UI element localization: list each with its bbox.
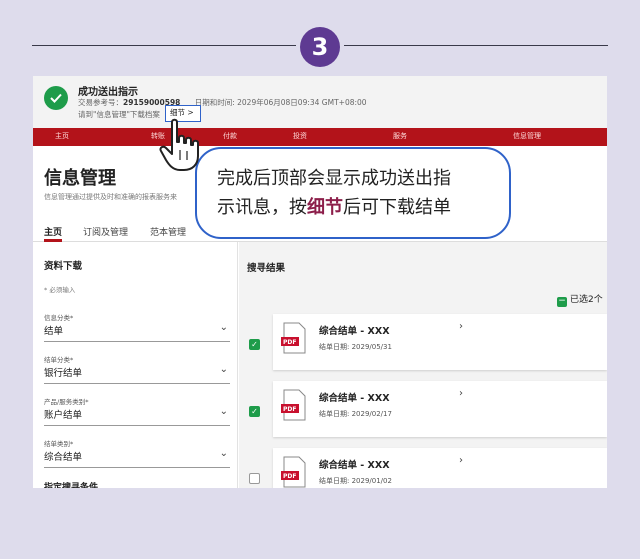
nav-item[interactable]: 信息管理 (513, 131, 541, 141)
info-category-select[interactable]: 信息分类* 结单 ⌄ (44, 312, 230, 342)
ref-label: 交易参考号： (78, 98, 123, 107)
toast-title: 成功送出指示 (78, 87, 138, 98)
selected-count[interactable]: − 已选2个 (557, 292, 603, 307)
field-value: 银行结单 (44, 368, 83, 379)
svg-text:PDF: PDF (283, 406, 296, 413)
statement-name: 综合结单 - XXX (319, 460, 390, 471)
divider-right (344, 45, 608, 46)
chevron-right-icon: › (459, 455, 463, 466)
callout-text: 完成后顶部会显示成功送出指 示讯息，按细节后可下载结单 (217, 164, 507, 222)
success-check-icon (44, 86, 68, 110)
product-service-select[interactable]: 产品/服务类别* 账户结单 ⌄ (44, 396, 230, 426)
statement-type-select[interactable]: 结单类别* 综合结单 ⌄ (44, 438, 230, 468)
nav-item[interactable]: 付款 (223, 131, 237, 141)
divider-left (32, 45, 296, 46)
callout-line-1: 完成后顶部会显示成功送出指 (217, 168, 451, 189)
chevron-down-icon: ⌄ (219, 364, 228, 375)
download-filter-panel: 资料下载 * 必须输入 信息分类* 结单 ⌄ 结单分类* 银行结单 ⌄ 产品/服… (33, 242, 238, 488)
svg-text:PDF: PDF (283, 339, 296, 346)
field-label: 产品/服务类别* (44, 398, 89, 406)
statement-name: 综合结单 - XXX (319, 393, 390, 404)
selected-count-label: 已选2个 (570, 295, 603, 305)
top-nav-bar: 主页 转账 付款 投资 服务 信息管理 (33, 128, 607, 146)
result-row: ✓ PDF 综合结单 - XXX 结单日期: 2029/05/31 › (239, 314, 607, 376)
toast-datetime: 日期和时间: 2029年06月08日09:34 GMT+08:00 (194, 98, 367, 107)
chevron-down-icon: ⌄ (219, 322, 228, 333)
pdf-file-icon: PDF (281, 322, 306, 354)
toast-hint: 请到"信息管理"下载档案 (78, 110, 160, 119)
nav-item[interactable]: 服务 (393, 131, 407, 141)
result-row: ✓ PDF 综合结单 - XXX 结单日期: 2029/02/17 › (239, 381, 607, 443)
pdf-file-icon: PDF (281, 456, 306, 488)
field-label: 信息分类* (44, 314, 74, 322)
statement-category-select[interactable]: 结单分类* 银行结单 ⌄ (44, 354, 230, 384)
field-label: 结单类别* (44, 440, 74, 448)
statement-card[interactable]: PDF 综合结单 - XXX 结单日期: 2029/05/31 › (273, 314, 607, 370)
statement-date: 结单日期: 2029/01/02 (319, 477, 392, 485)
search-results-panel: 搜寻结果 − 已选2个 ✓ PDF 综合结单 - XXX 结单日期: 2029/0… (239, 242, 607, 488)
chevron-down-icon: ⌄ (219, 448, 228, 459)
panel-title: 资料下载 (44, 261, 83, 272)
nav-item[interactable]: 投资 (293, 131, 307, 141)
chevron-right-icon: › (459, 388, 463, 399)
page-title: 信息管理 (44, 168, 116, 189)
required-note: * 必须输入 (44, 286, 76, 294)
app-screenshot: 成功送出指示 交易参考号：29159000598 日期和时间: 2029年06月… (33, 76, 607, 488)
statement-date: 结单日期: 2029/02/17 (319, 410, 392, 418)
callout-line-2-pre: 示讯息，按 (217, 197, 307, 218)
field-label: 结单分类* (44, 356, 74, 364)
toast-meta: 交易参考号：29159000598 日期和时间: 2029年06月08日09:3… (78, 97, 367, 108)
statement-card[interactable]: PDF 综合结单 - XXX 结单日期: 2029/02/17 › (273, 381, 607, 437)
tab-templates[interactable]: 范本管理 (150, 225, 186, 238)
row-checkbox[interactable] (249, 473, 260, 484)
field-value: 综合结单 (44, 452, 83, 463)
chevron-right-icon: › (459, 321, 463, 332)
minus-checkbox-icon: − (557, 296, 567, 307)
statement-date: 结单日期: 2029/05/31 (319, 343, 392, 351)
tab-subscriptions[interactable]: 订阅及管理 (83, 225, 128, 238)
page-subtitle: 信息管理通过提供及时和准确的报表服务来 (44, 193, 177, 201)
callout-highlight: 细节 (307, 197, 343, 218)
result-row: PDF 综合结单 - XXX 结单日期: 2029/01/02 › (239, 448, 607, 488)
pdf-file-icon: PDF (281, 389, 306, 421)
field-value: 结单 (44, 326, 64, 337)
row-checkbox[interactable]: ✓ (249, 339, 260, 350)
field-value: 账户结单 (44, 410, 83, 421)
statement-name: 综合结单 - XXX (319, 326, 390, 337)
success-toast: 成功送出指示 交易参考号：29159000598 日期和时间: 2029年06月… (33, 76, 607, 128)
row-checkbox[interactable]: ✓ (249, 406, 260, 417)
instruction-callout: 完成后顶部会显示成功送出指 示讯息，按细节后可下载结单 (195, 147, 511, 239)
pointing-hand-icon (159, 118, 199, 171)
statement-card[interactable]: PDF 综合结单 - XXX 结单日期: 2029/01/02 › (273, 448, 607, 488)
nav-item[interactable]: 主页 (55, 131, 69, 141)
callout-line-2-post: 后可下载结单 (343, 197, 451, 218)
step-number-badge: 3 (300, 27, 340, 67)
svg-text:PDF: PDF (283, 473, 296, 480)
chevron-down-icon: ⌄ (219, 406, 228, 417)
advanced-search-toggle[interactable]: 指定搜寻条件 (44, 480, 98, 488)
results-title: 搜寻结果 (247, 263, 286, 274)
tab-home[interactable]: 主页 (44, 225, 62, 238)
